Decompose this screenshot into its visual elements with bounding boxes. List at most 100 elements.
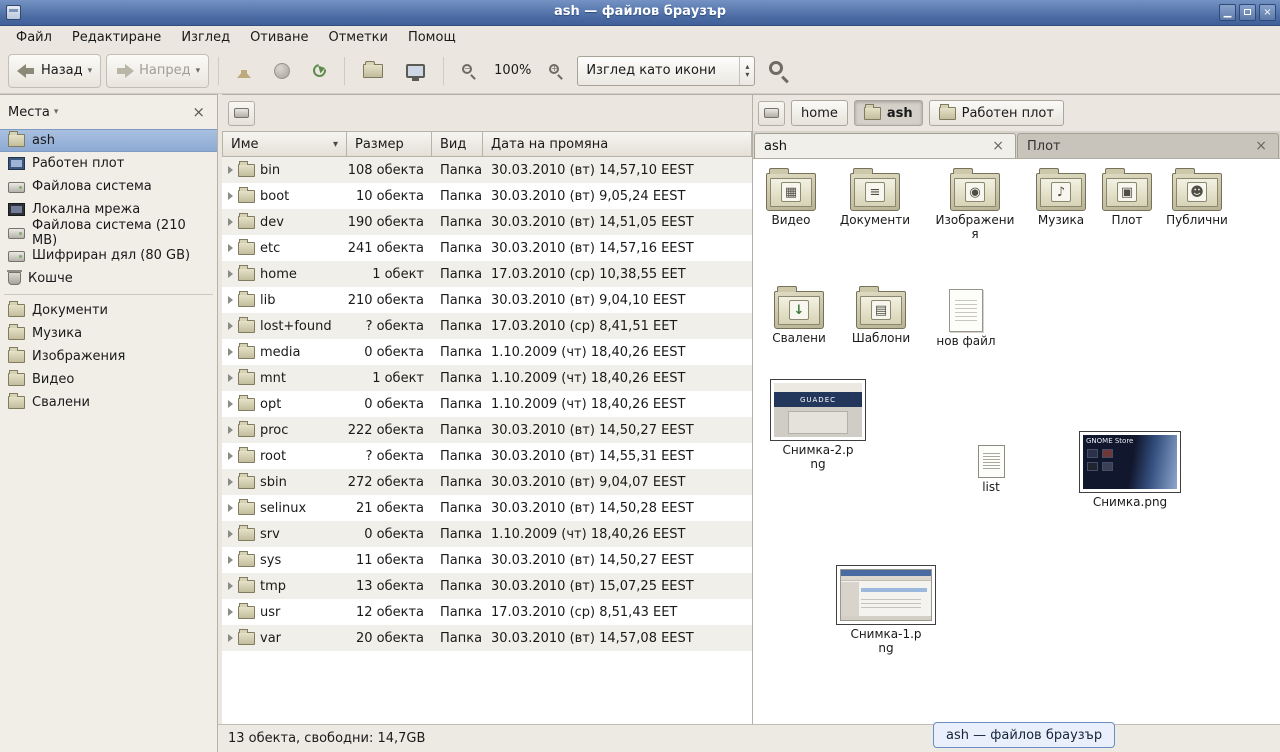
table-row[interactable]: var 20 обекта Папка 30.03.2010 (вт) 14,5…: [222, 625, 752, 651]
expander-icon[interactable]: [228, 192, 233, 200]
sidebar-item[interactable]: Файлова система (210 MB): [0, 221, 217, 244]
zoom-out-button[interactable]: −: [453, 54, 485, 88]
taskbar-window-button[interactable]: ash — файлов браузър: [933, 722, 1115, 748]
table-row[interactable]: boot 10 обекта Папка 30.03.2010 (вт) 9,0…: [222, 183, 752, 209]
home-button[interactable]: [354, 54, 392, 88]
sidebar-item[interactable]: Файлова система: [0, 175, 217, 198]
sidebar-title[interactable]: Места: [8, 105, 50, 120]
icon-item-documents[interactable]: Документи: [837, 169, 913, 228]
path-root-button[interactable]: [758, 101, 785, 126]
back-button[interactable]: Назад ▾: [8, 54, 101, 88]
sidebar-item[interactable]: [0, 290, 217, 299]
expander-icon[interactable]: [228, 322, 233, 330]
search-button[interactable]: [760, 54, 798, 88]
expander-icon[interactable]: [228, 504, 233, 512]
close-button[interactable]: ×: [1259, 4, 1276, 21]
table-row[interactable]: home 1 обект Папка 17.03.2010 (ср) 10,38…: [222, 261, 752, 287]
expander-icon[interactable]: [228, 556, 233, 564]
table-row[interactable]: etc 241 обекта Папка 30.03.2010 (вт) 14,…: [222, 235, 752, 261]
table-row[interactable]: root ? обекта Папка 30.03.2010 (вт) 14,5…: [222, 443, 752, 469]
table-row[interactable]: bin 108 обекта Папка 30.03.2010 (вт) 14,…: [222, 157, 752, 183]
icon-item-video[interactable]: Видео: [755, 169, 827, 228]
reload-button[interactable]: [304, 54, 335, 88]
expander-icon[interactable]: [228, 582, 233, 590]
sidebar-close-icon[interactable]: ×: [188, 103, 209, 121]
table-row[interactable]: dev 190 обекта Папка 30.03.2010 (вт) 14,…: [222, 209, 752, 235]
zoom-in-button[interactable]: +: [540, 54, 572, 88]
table-row[interactable]: sys 11 обекта Папка 30.03.2010 (вт) 14,5…: [222, 547, 752, 573]
sidebar-item[interactable]: Свалени: [0, 391, 217, 414]
sidebar-item[interactable]: Музика: [0, 322, 217, 345]
path-button[interactable]: Работен плот: [929, 100, 1064, 126]
menu-item[interactable]: Редактиране: [62, 28, 171, 47]
table-row[interactable]: srv 0 обекта Папка 1.10.2009 (чт) 18,40,…: [222, 521, 752, 547]
view-mode-select[interactable]: Изглед като икони ▴▾: [577, 56, 755, 86]
icon-item-pictures[interactable]: Изображения: [935, 169, 1015, 242]
table-row[interactable]: lost+found ? обекта Папка 17.03.2010 (ср…: [222, 313, 752, 339]
table-row[interactable]: selinux 21 обекта Папка 30.03.2010 (вт) …: [222, 495, 752, 521]
table-row[interactable]: lib 210 обекта Папка 30.03.2010 (вт) 9,0…: [222, 287, 752, 313]
expander-icon[interactable]: [228, 478, 233, 486]
maximize-button[interactable]: [1239, 4, 1256, 21]
column-header-type[interactable]: Вид: [432, 131, 483, 157]
icon-item-snimka2[interactable]: GUADEC Снимка-2.png: [767, 379, 869, 472]
expander-icon[interactable]: [228, 608, 233, 616]
stop-button[interactable]: [265, 54, 299, 88]
forward-button[interactable]: Напред ▾: [106, 54, 209, 88]
icon-item-downloads[interactable]: Свалени: [765, 287, 833, 346]
path-button[interactable]: ash: [854, 100, 923, 126]
expander-icon[interactable]: [228, 634, 233, 642]
icon-item-list[interactable]: list: [961, 445, 1021, 495]
menu-item[interactable]: Помощ: [398, 28, 466, 47]
menu-item[interactable]: Отметки: [318, 28, 397, 47]
back-dropdown-icon[interactable]: ▾: [88, 66, 93, 76]
column-header-name[interactable]: Име ▾: [222, 131, 347, 157]
expander-icon[interactable]: [228, 400, 233, 408]
table-row[interactable]: tmp 13 обекта Папка 30.03.2010 (вт) 15,0…: [222, 573, 752, 599]
tab-close-icon[interactable]: ×: [1253, 138, 1269, 154]
tab-close-icon[interactable]: ×: [990, 138, 1006, 154]
sidebar-item[interactable]: Шифриран дял (80 GB): [0, 244, 217, 267]
expander-icon[interactable]: [228, 348, 233, 356]
expander-icon[interactable]: [228, 452, 233, 460]
sidebar-item[interactable]: Документи: [0, 299, 217, 322]
up-button[interactable]: [228, 54, 260, 88]
icon-item-snimka1[interactable]: Снимка-1.png: [831, 565, 941, 656]
icon-item-new-file[interactable]: нов файл: [931, 287, 1001, 349]
table-row[interactable]: opt 0 обекта Папка 1.10.2009 (чт) 18,40,…: [222, 391, 752, 417]
table-row[interactable]: mnt 1 обект Папка 1.10.2009 (чт) 18,40,2…: [222, 365, 752, 391]
expander-icon[interactable]: [228, 530, 233, 538]
icon-item-templates[interactable]: Шаблони: [847, 287, 915, 346]
tab[interactable]: Плот ×: [1017, 133, 1279, 158]
menu-item[interactable]: Отиване: [240, 28, 318, 47]
computer-button[interactable]: [397, 54, 434, 88]
menu-item[interactable]: Файл: [6, 28, 62, 47]
table-row[interactable]: usr 12 обекта Папка 17.03.2010 (ср) 8,51…: [222, 599, 752, 625]
sidebar-item[interactable]: Кошче: [0, 267, 217, 290]
expander-icon[interactable]: [228, 244, 233, 252]
table-row[interactable]: sbin 272 обекта Папка 30.03.2010 (вт) 9,…: [222, 469, 752, 495]
table-row[interactable]: proc 222 обекта Папка 30.03.2010 (вт) 14…: [222, 417, 752, 443]
expander-icon[interactable]: [228, 166, 233, 174]
expander-icon[interactable]: [228, 296, 233, 304]
tab[interactable]: ash ×: [754, 133, 1016, 158]
table-row[interactable]: media 0 обекта Папка 1.10.2009 (чт) 18,4…: [222, 339, 752, 365]
sidebar-item[interactable]: Видео: [0, 368, 217, 391]
sidebar-item[interactable]: Работен плот: [0, 152, 217, 175]
root-location-button[interactable]: [228, 101, 255, 126]
expander-icon[interactable]: [228, 218, 233, 226]
column-header-date[interactable]: Дата на промяна: [483, 131, 752, 157]
sidebar-dropdown-icon[interactable]: ▾: [54, 107, 59, 117]
column-header-size[interactable]: Размер: [347, 131, 432, 157]
zoom-level[interactable]: 100%: [490, 63, 535, 78]
sidebar-item[interactable]: Изображения: [0, 345, 217, 368]
icon-item-snimka[interactable]: GNOME Store Снимка.png: [1075, 431, 1185, 510]
icon-item-public[interactable]: Публични: [1161, 169, 1233, 228]
minimize-button[interactable]: ▁: [1219, 4, 1236, 21]
combo-arrows-icon[interactable]: ▴▾: [739, 57, 754, 85]
icon-item-music[interactable]: Музика: [1025, 169, 1097, 228]
expander-icon[interactable]: [228, 426, 233, 434]
expander-icon[interactable]: [228, 270, 233, 278]
expander-icon[interactable]: [228, 374, 233, 382]
menu-item[interactable]: Изглед: [171, 28, 240, 47]
